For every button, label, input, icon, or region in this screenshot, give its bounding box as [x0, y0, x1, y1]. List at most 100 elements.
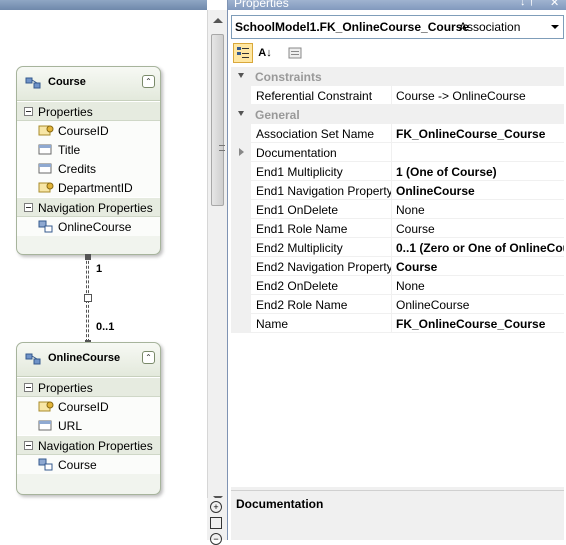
selected-object-type: Association: [459, 20, 521, 34]
zoom-out-icon[interactable]: −: [210, 533, 222, 545]
property-value[interactable]: OnlineCourse: [392, 295, 564, 314]
collapse-triangle-icon[interactable]: [238, 73, 244, 78]
alphabetical-icon[interactable]: A↓: [255, 43, 275, 63]
property-row[interactable]: Referential Constraint Course -> OnlineC…: [231, 86, 564, 105]
canvas-top-bar: [0, 0, 207, 10]
property-row[interactable]: End2 Multiplicity 0..1 (Zero or One of O…: [231, 238, 564, 257]
zoom-to-fit-icon[interactable]: [210, 517, 222, 529]
entity-type-icon: [25, 77, 41, 89]
entity-property[interactable]: DepartmentID: [17, 178, 160, 197]
window-title: Properties: [234, 0, 289, 10]
entity-onlinecourse[interactable]: OnlineCourse ⌃ Properties CourseID URL N…: [16, 342, 161, 495]
selected-object-name: SchoolModel1.FK_OnlineCourse_Course: [235, 20, 470, 34]
entity-header[interactable]: OnlineCourse ⌃: [17, 343, 160, 377]
key-property-icon: [38, 182, 54, 193]
properties-section[interactable]: Properties: [17, 377, 160, 397]
close-icon[interactable]: ✕: [550, 0, 559, 9]
navigation-properties-section[interactable]: Navigation Properties: [17, 435, 160, 455]
property-value[interactable]: Course: [392, 257, 564, 276]
navigation-property[interactable]: OnlineCourse: [17, 217, 160, 236]
property-value[interactable]: FK_OnlineCourse_Course: [392, 314, 564, 333]
entity-property[interactable]: CourseID: [17, 397, 160, 416]
entity-name: OnlineCourse: [48, 352, 121, 364]
association-midpoint-handle[interactable]: [84, 294, 92, 302]
collapse-minus-icon[interactable]: [24, 107, 33, 116]
property-label: Course: [58, 458, 97, 472]
property-row[interactable]: End1 OnDelete None: [231, 200, 564, 219]
section-label: Properties: [38, 381, 93, 395]
entity-property[interactable]: URL: [17, 416, 160, 435]
navigation-properties-section[interactable]: Navigation Properties: [17, 197, 160, 217]
designer-canvas[interactable]: Course ⌃ Properties CourseID Title Credi…: [0, 0, 207, 540]
chevron-down-icon[interactable]: [547, 16, 563, 38]
property-name: End2 Navigation Property: [251, 257, 392, 276]
category-general[interactable]: General: [231, 105, 564, 124]
collapse-entity-button[interactable]: ⌃: [142, 351, 155, 364]
properties-toolbar: A↓: [231, 42, 564, 64]
property-value[interactable]: FK_OnlineCourse_Course: [392, 124, 564, 143]
expand-triangle-icon[interactable]: [239, 148, 244, 156]
properties-section[interactable]: Properties: [17, 101, 160, 121]
property-label: Title: [58, 143, 81, 157]
category-constraints[interactable]: Constraints: [231, 67, 564, 86]
description-pane: Documentation: [231, 490, 564, 540]
property-row[interactable]: End1 Role Name Course: [231, 219, 564, 238]
entity-property[interactable]: CourseID: [17, 121, 160, 140]
entity-course[interactable]: Course ⌃ Properties CourseID Title Credi…: [16, 66, 161, 255]
property-grid: Constraints Referential Constraint Cours…: [231, 67, 564, 487]
entity-header[interactable]: Course ⌃: [17, 67, 160, 101]
property-name: End2 OnDelete: [251, 276, 392, 295]
entity-property[interactable]: Title: [17, 140, 160, 159]
property-row[interactable]: End2 Navigation Property Course: [231, 257, 564, 276]
categorized-icon[interactable]: [233, 43, 253, 63]
property-row[interactable]: Name FK_OnlineCourse_Course: [231, 314, 564, 333]
property-value[interactable]: Course -> OnlineCourse: [392, 86, 564, 105]
property-icon: [38, 144, 52, 155]
property-value[interactable]: 0..1 (Zero or One of OnlineCou: [392, 238, 564, 257]
property-value[interactable]: Course: [392, 219, 564, 238]
category-label: Constraints: [255, 70, 322, 84]
collapse-minus-icon[interactable]: [24, 383, 33, 392]
property-value[interactable]: None: [392, 276, 564, 295]
property-value[interactable]: OnlineCourse: [392, 181, 564, 200]
property-row[interactable]: Documentation: [231, 143, 564, 162]
property-label: CourseID: [58, 124, 109, 138]
property-icon: [38, 420, 52, 431]
property-value[interactable]: 1 (One of Course): [392, 162, 564, 181]
property-row[interactable]: Association Set Name FK_OnlineCourse_Cou…: [231, 124, 564, 143]
entity-property[interactable]: Credits: [17, 159, 160, 178]
zoom-tools: + −: [207, 498, 227, 545]
canvas-vertical-scrollbar[interactable]: [207, 10, 227, 540]
property-name: Name: [251, 314, 392, 333]
navigation-property[interactable]: Course: [17, 455, 160, 474]
property-pages-icon[interactable]: [285, 43, 305, 63]
key-property-icon: [38, 401, 54, 412]
property-value[interactable]: [392, 143, 564, 162]
navigation-property-icon: [38, 220, 53, 233]
collapse-minus-icon[interactable]: [24, 203, 33, 212]
property-label: OnlineCourse: [58, 220, 132, 234]
property-name: End1 Role Name: [251, 219, 392, 238]
scroll-up-arrow-icon[interactable]: [213, 18, 223, 23]
end2-multiplicity-label: 0..1: [96, 321, 115, 333]
property-label: DepartmentID: [58, 181, 133, 195]
property-row[interactable]: End2 OnDelete None: [231, 276, 564, 295]
properties-window: Properties ↓ † ✕ SchoolModel1.FK_OnlineC…: [227, 0, 566, 540]
property-name: Referential Constraint: [251, 86, 392, 105]
property-row[interactable]: End1 Multiplicity 1 (One of Course): [231, 162, 564, 181]
property-row[interactable]: End2 Role Name OnlineCourse: [231, 295, 564, 314]
description-title: Documentation: [236, 497, 324, 511]
scrollbar-thumb[interactable]: [211, 34, 225, 206]
property-value[interactable]: None: [392, 200, 564, 219]
properties-title-bar[interactable]: Properties ↓ † ✕: [228, 0, 566, 10]
association-end-marker[interactable]: [85, 254, 91, 260]
section-label: Properties: [38, 105, 93, 119]
zoom-in-icon[interactable]: +: [210, 501, 222, 513]
pin-icon[interactable]: ↓ †: [520, 0, 535, 8]
collapse-entity-button[interactable]: ⌃: [142, 75, 155, 88]
collapse-minus-icon[interactable]: [24, 441, 33, 450]
section-label: Navigation Properties: [38, 201, 153, 215]
property-row[interactable]: End1 Navigation Property OnlineCourse: [231, 181, 564, 200]
object-selector-dropdown[interactable]: SchoolModel1.FK_OnlineCourse_Course Asso…: [231, 15, 564, 39]
collapse-triangle-icon[interactable]: [238, 111, 244, 116]
